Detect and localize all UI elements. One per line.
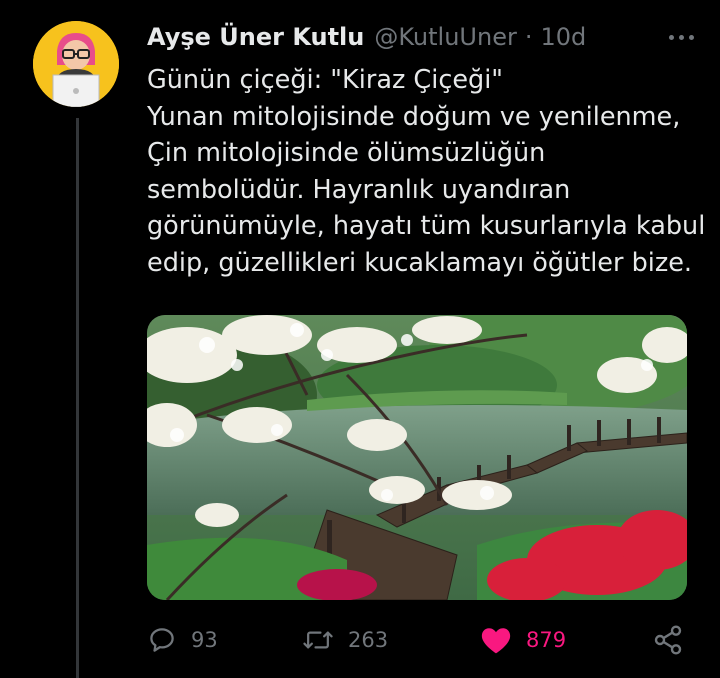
share-button[interactable]: [652, 620, 684, 660]
tweet-text-line: görünümüyle, hayatı tüm kusurlarıyla kab…: [147, 211, 706, 241]
tweet-text-line: sembolüdür. Hayranlık uyandıran: [147, 174, 571, 205]
author-name[interactable]: Ayşe Üner Kutlu: [147, 23, 364, 51]
tweet-text-line: Çin mitolojisinde ölümsüzlüğün: [147, 138, 546, 168]
separator-dot: ·: [524, 23, 533, 51]
tweet-header: Ayşe Üner Kutlu @KutluUner · 10d: [147, 20, 700, 54]
tweet-text-line: Yunan mitolojisinde doğum ve yenilenme,: [147, 101, 681, 132]
tweet-timestamp[interactable]: 10d: [540, 23, 586, 51]
avatar[interactable]: [33, 21, 119, 107]
retweet-icon: [303, 631, 333, 649]
reply-button[interactable]: 93: [147, 620, 218, 660]
tweet-text-line: Günün çiçeği: "Kiraz Çiçeği": [147, 65, 504, 95]
tweet-text: Günün çiçeği: "Kiraz Çiçeği" Yunan mitol…: [147, 62, 707, 281]
more-icon[interactable]: [663, 34, 700, 40]
share-icon: [654, 625, 682, 655]
reply-icon: [150, 628, 174, 652]
heart-filled-icon: [481, 628, 511, 654]
tweet-media-image[interactable]: [147, 315, 687, 600]
thread-line: [76, 118, 79, 678]
author-handle[interactable]: @KutluUner: [374, 23, 516, 51]
retweet-button[interactable]: 263: [302, 620, 388, 660]
cherry-blossom-garden-photo: [147, 315, 687, 600]
avatar-illustration: [33, 21, 119, 107]
tweet-text-line: edip, güzellikleri kucaklamayı öğütler b…: [147, 247, 693, 278]
like-button[interactable]: 879: [480, 620, 566, 660]
reply-count: 93: [191, 628, 218, 652]
like-count: 879: [526, 628, 567, 652]
retweet-count: 263: [348, 628, 389, 652]
tweet-actions: 93 263 879: [147, 620, 692, 660]
